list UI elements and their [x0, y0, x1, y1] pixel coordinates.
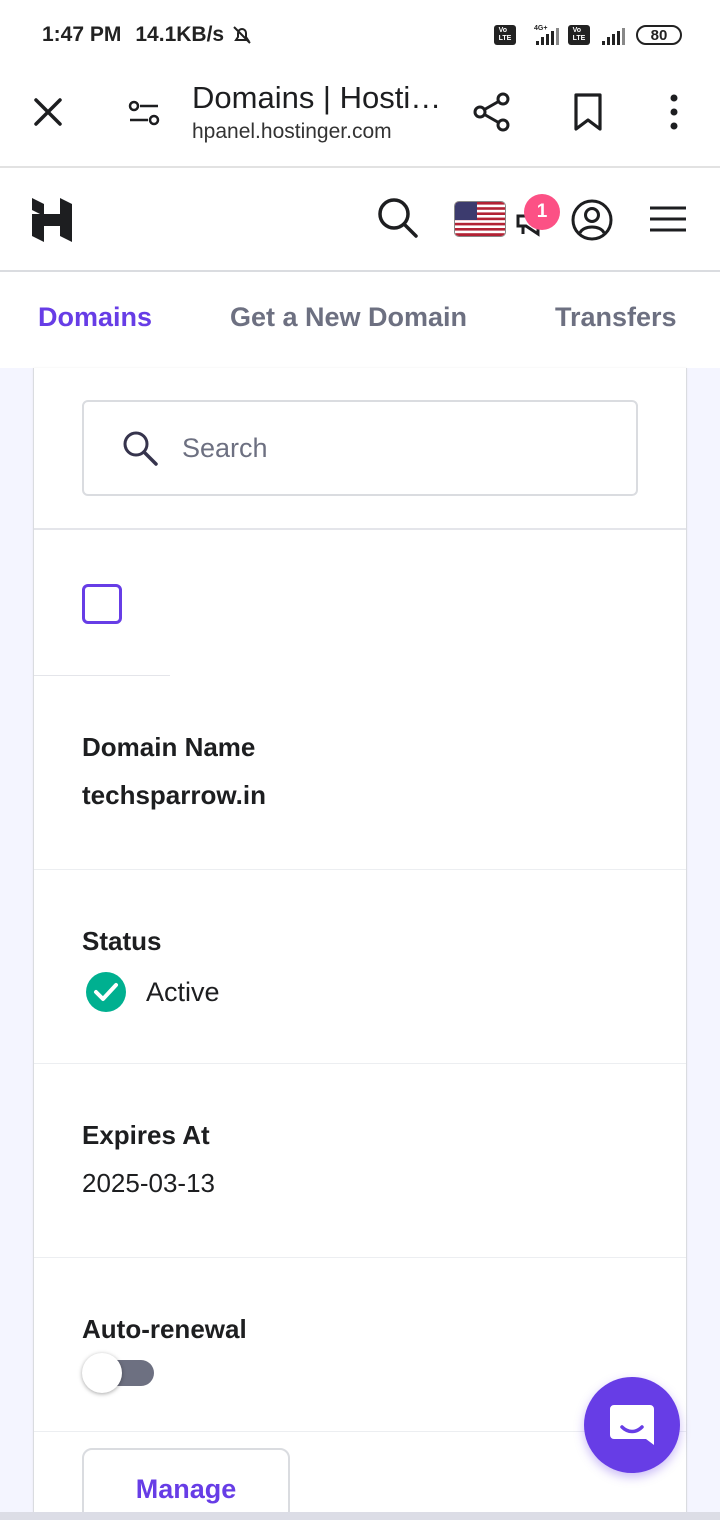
status-bar: 1:47 PM 14.1KB/s Vo LTE 4G+ Vo LTE 80 — [0, 0, 720, 70]
divider — [34, 528, 686, 530]
search-icon[interactable] — [374, 194, 420, 240]
status-text: Active — [146, 976, 220, 1007]
site-header: 1 — [0, 168, 720, 272]
svg-text:4G+: 4G+ — [534, 25, 547, 32]
search-input[interactable] — [182, 432, 622, 464]
notification-badge: 1 — [524, 194, 560, 230]
address-area[interactable]: Domains | Hosti… hpanel.hostinger.com — [192, 78, 452, 146]
more-options-icon[interactable] — [660, 92, 688, 132]
bottom-edge — [0, 1512, 720, 1520]
domain-search-box[interactable] — [82, 400, 638, 496]
page-title: Domains | Hosti… — [192, 80, 442, 115]
auto-renewal-label: Auto-renewal — [82, 1314, 247, 1344]
divider — [34, 1063, 686, 1064]
domain-tabs: Domains Get a New Domain Transfers — [0, 272, 720, 368]
domain-name-label: Domain Name — [82, 732, 256, 762]
volte-icon: Vo LTE — [494, 25, 516, 45]
expires-label: Expires At — [82, 1120, 210, 1150]
battery-indicator: 80 — [636, 25, 682, 45]
page-url: hpanel.hostinger.com — [192, 120, 392, 143]
manage-button[interactable]: Manage — [82, 1448, 290, 1520]
auto-renewal-toggle[interactable] — [82, 1353, 154, 1393]
site-settings-icon[interactable] — [124, 94, 164, 134]
close-icon[interactable] — [28, 92, 68, 132]
signal-icon: 4G+ — [534, 25, 559, 45]
tab-domains[interactable]: Domains — [38, 302, 152, 333]
volte-icon-2: Vo LTE — [568, 25, 590, 45]
expires-value: 2025-03-13 — [82, 1168, 215, 1198]
bookmark-icon[interactable] — [570, 92, 606, 132]
bell-muted-icon — [233, 26, 251, 44]
tab-get-new-domain[interactable]: Get a New Domain — [230, 302, 467, 333]
status-value: Active — [84, 970, 220, 1014]
toggle-knob — [82, 1353, 122, 1393]
menu-icon[interactable] — [648, 202, 688, 236]
account-icon[interactable] — [570, 198, 614, 242]
chat-icon — [610, 1405, 654, 1445]
select-domain-checkbox[interactable] — [82, 584, 122, 624]
live-chat-button[interactable] — [584, 1377, 680, 1473]
network-speed: 14.1KB/s — [135, 23, 225, 46]
check-circle-icon — [86, 972, 126, 1012]
divider — [34, 1257, 686, 1258]
divider — [34, 675, 170, 676]
status-label: Status — [82, 926, 162, 956]
domain-card: Domain Name techsparrow.in Status Active… — [33, 368, 687, 1520]
domain-name-value[interactable]: techsparrow.in — [82, 780, 266, 811]
hostinger-logo-icon[interactable] — [30, 196, 74, 244]
browser-toolbar: Domains | Hosti… hpanel.hostinger.com — [0, 70, 720, 168]
search-icon — [123, 431, 158, 466]
divider — [34, 869, 686, 870]
status-time: 1:47 PM — [42, 23, 122, 46]
us-flag-icon[interactable] — [455, 202, 505, 236]
tab-transfers[interactable]: Transfers — [555, 302, 677, 333]
share-icon[interactable] — [470, 90, 514, 134]
signal-icon-2 — [602, 28, 625, 45]
